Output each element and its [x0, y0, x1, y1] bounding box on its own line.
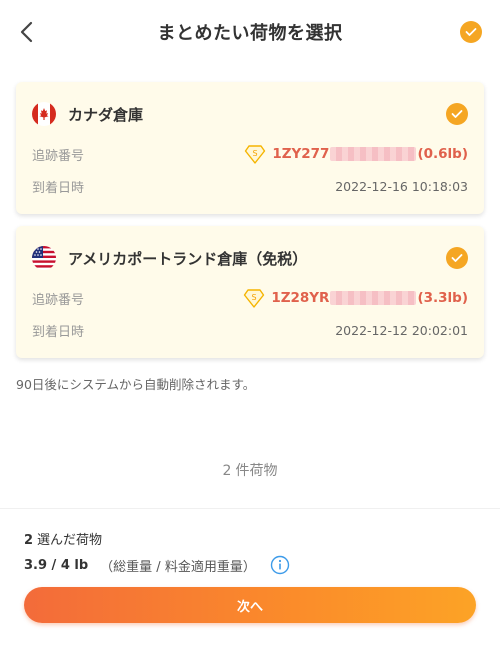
- checkmark-icon: [465, 28, 477, 36]
- svg-text:S: S: [252, 293, 257, 302]
- package-checkbox[interactable]: [446, 103, 468, 125]
- select-all-checkbox[interactable]: [460, 21, 482, 43]
- warehouse-name: カナダ倉庫: [68, 105, 144, 124]
- arrival-label: 到着日時: [32, 324, 85, 340]
- canada-flag-icon: [32, 102, 56, 126]
- diamond-badge-icon: S: [244, 289, 265, 308]
- package-weight: (0.6lb): [417, 146, 468, 162]
- next-button[interactable]: 次へ: [24, 587, 476, 623]
- usa-flag-icon: [32, 246, 56, 270]
- svg-text:S: S: [253, 149, 258, 158]
- tracking-number: S 1ZY277 (0.6lb): [244, 143, 468, 165]
- checkmark-icon: [451, 110, 463, 118]
- package-card[interactable]: カナダ倉庫 追跡番号 S 1ZY277 (0.6lb) 到着日時 2022-12…: [16, 82, 484, 214]
- page-title: まとめたい荷物を選択: [157, 23, 343, 44]
- auto-delete-notice: 90日後にシステムから自動削除されます。: [16, 377, 256, 392]
- weight-label: （総重量 / 料金適用重量）: [100, 559, 256, 575]
- selected-count: 2 選んだ荷物: [24, 533, 103, 548]
- header: まとめたい荷物を選択: [0, 0, 500, 64]
- package-count: 2 件荷物: [222, 463, 278, 479]
- package-checkbox[interactable]: [446, 247, 468, 269]
- package-card[interactable]: アメリカポートランド倉庫（免税） 追跡番号 S 1Z28YR (3.3lb) 到…: [16, 226, 484, 358]
- warehouse-name: アメリカポートランド倉庫（免税）: [68, 249, 308, 268]
- arrival-time: 2022-12-16 10:18:03: [335, 178, 468, 194]
- weight-value: 3.9 / 4 lb: [24, 557, 89, 573]
- arrival-time: 2022-12-12 20:02:01: [335, 322, 468, 338]
- back-button[interactable]: [12, 18, 40, 46]
- tracking-number: S 1Z28YR (3.3lb): [243, 287, 468, 309]
- redacted-tracking: [330, 147, 417, 161]
- diamond-badge-icon: S: [245, 145, 266, 164]
- checkmark-icon: [451, 254, 463, 262]
- package-weight: (3.3lb): [417, 290, 468, 306]
- tracking-label: 追跡番号: [32, 148, 85, 164]
- footer-summary: 2 選んだ荷物 3.9 / 4 lb （総重量 / 料金適用重量） 次へ: [0, 508, 500, 671]
- redacted-tracking: [330, 291, 417, 305]
- tracking-label: 追跡番号: [32, 292, 85, 308]
- info-icon[interactable]: [270, 555, 290, 575]
- chevron-left-icon: [20, 21, 33, 43]
- arrival-label: 到着日時: [32, 180, 85, 196]
- weight-summary: 3.9 / 4 lb （総重量 / 料金適用重量）: [24, 555, 290, 575]
